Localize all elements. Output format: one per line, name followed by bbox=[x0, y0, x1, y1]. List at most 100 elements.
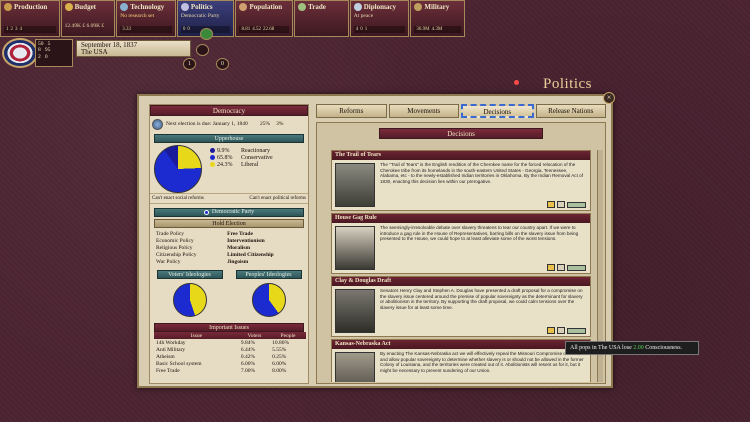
upperhouse-legend: 9.9% Reactionary 65.8% Conservative 24.3% L… bbox=[210, 147, 273, 193]
policy-row: Religious Policy Moralism bbox=[154, 244, 306, 251]
politics-window: × Democracy Next election is due: Januar… bbox=[137, 92, 615, 388]
policy-row: Trade Policy Free Trade bbox=[154, 230, 306, 237]
bar-value: 4.52 bbox=[252, 27, 261, 32]
government-type: Democracy bbox=[150, 105, 308, 116]
tab-trade[interactable]: Trade bbox=[294, 0, 349, 37]
government-panel: Democracy Next election is due: January … bbox=[149, 104, 309, 384]
upperhouse-pie-chart bbox=[154, 145, 202, 193]
requirements-icon[interactable] bbox=[547, 201, 555, 208]
party-row: 9.9% Reactionary bbox=[210, 147, 273, 154]
tab-label: Military bbox=[424, 3, 450, 11]
requirements-icon[interactable] bbox=[547, 327, 555, 334]
voters-pie-chart bbox=[172, 283, 207, 317]
people-pct: 8.00% bbox=[272, 367, 287, 374]
enact-button[interactable] bbox=[567, 264, 586, 271]
column-header: People bbox=[270, 332, 306, 339]
date-box[interactable]: September 18, 1837 The USA bbox=[76, 40, 191, 57]
globe-icon bbox=[152, 118, 163, 130]
party-pct: 65.8% bbox=[217, 154, 233, 161]
social-reform-status: Can't enact social reforms bbox=[152, 196, 204, 201]
speed-button-2[interactable]: 0 bbox=[216, 58, 229, 70]
table-row[interactable]: Atheism 0.42% 0.25% bbox=[154, 353, 306, 360]
requirements-icon[interactable] bbox=[547, 264, 555, 271]
enact-button[interactable] bbox=[567, 327, 586, 334]
decision-actions bbox=[547, 327, 586, 334]
table-row[interactable]: Free Trade 7.00% 8.00% bbox=[154, 367, 306, 374]
tab-technology[interactable]: Technology No research set 3.33 bbox=[116, 0, 176, 37]
tab-decisions[interactable]: Decisions bbox=[461, 104, 534, 118]
tab-budget[interactable]: Budget 12.49K £ 6.09K £ bbox=[60, 0, 116, 37]
decision-item: The Trail of Tears The "Trail of Tears" … bbox=[331, 150, 591, 211]
bar-value: 3.33 bbox=[122, 27, 131, 32]
people-pct: 0.25% bbox=[272, 353, 287, 360]
country-name: The USA bbox=[81, 48, 108, 56]
policy-value: Moralism bbox=[227, 244, 251, 251]
checkbox-icon[interactable] bbox=[557, 201, 565, 208]
pause-button[interactable] bbox=[196, 44, 209, 56]
decision-text: Senators Henry Clay and Stephen A. Dougl… bbox=[380, 288, 583, 310]
decision-text: The seemingly-irresolvable debate over s… bbox=[380, 225, 579, 242]
close-icon[interactable]: × bbox=[603, 92, 615, 104]
tab-release-nations[interactable]: Release Nations bbox=[535, 104, 606, 118]
table-row[interactable]: 14h Workday 9.84% 10.86% bbox=[154, 339, 306, 346]
issue-name: Anti Military bbox=[156, 346, 186, 353]
table-row[interactable]: Anti Military 6.44% 5.55% bbox=[154, 346, 306, 353]
nation-stats: 50 5 8 95 2 0 bbox=[35, 39, 73, 67]
technology-bar: 3.33 bbox=[120, 26, 172, 33]
party-name: Liberal bbox=[241, 161, 259, 168]
enact-button[interactable] bbox=[567, 201, 586, 208]
policy-name: Citizenship Policy bbox=[156, 251, 197, 258]
upperhouse-header: Upperhouse bbox=[154, 134, 304, 143]
decision-item: Clay & Douglas Draft Senators Henry Clay… bbox=[331, 276, 591, 337]
trade-icon bbox=[298, 3, 307, 11]
decision-picture bbox=[335, 352, 375, 382]
bar-value: 1 bbox=[6, 27, 9, 32]
revanchism-value: 3% bbox=[276, 121, 284, 127]
checkbox-icon[interactable] bbox=[557, 327, 565, 334]
peoples-ideologies: Peoples' Ideologies bbox=[235, 270, 302, 321]
tab-movements[interactable]: Movements bbox=[388, 104, 459, 118]
party-pct: 24.3% bbox=[217, 161, 233, 168]
checkbox-icon[interactable] bbox=[557, 264, 565, 271]
bar-value: 0 bbox=[360, 27, 363, 32]
diplomacy-status: At peace bbox=[353, 13, 374, 19]
policy-name: Trade Policy bbox=[156, 230, 185, 237]
diplomacy-icon bbox=[353, 3, 362, 11]
ruling-party-header[interactable]: Democratic Party bbox=[154, 208, 304, 217]
hold-election-button[interactable]: Hold Election bbox=[154, 219, 304, 228]
people-pct: 10.86% bbox=[272, 339, 290, 346]
people-pct: 5.55% bbox=[272, 346, 287, 353]
flag-icon[interactable] bbox=[2, 38, 38, 68]
tab-production[interactable]: Production 1 2 3 4 bbox=[0, 0, 60, 37]
bar-value: 36.9M bbox=[416, 27, 430, 32]
policy-value: Interventionism bbox=[227, 237, 265, 244]
voters-ideologies-header: Voters' Ideologies bbox=[156, 270, 223, 279]
screen-title: Politics bbox=[543, 76, 593, 92]
bar-value: 1 bbox=[364, 27, 368, 32]
voters-pct: 0.42% bbox=[240, 353, 256, 360]
tab-label: Trade bbox=[308, 3, 326, 11]
speed-value: 0 bbox=[221, 61, 224, 67]
policy-name: War Policy bbox=[156, 258, 181, 265]
bar-value: 3 bbox=[15, 27, 18, 32]
speed-value: 1 bbox=[188, 61, 191, 67]
column-header: Voters bbox=[238, 332, 271, 339]
tab-diplomacy[interactable]: Diplomacy At peace 4 0 1 bbox=[349, 0, 410, 37]
peoples-ideologies-header: Peoples' Ideologies bbox=[235, 270, 302, 279]
ruling-party: Democratic Party bbox=[180, 13, 220, 19]
decision-title: House Gag Rule bbox=[332, 214, 590, 223]
ruling-party-name: Democratic Party bbox=[211, 209, 255, 215]
decision-text: By enacting The Kansas-Nebraska act we w… bbox=[380, 351, 584, 373]
bar-value: 4.3M bbox=[431, 27, 443, 32]
party-row: 65.8% Conservative bbox=[210, 154, 273, 161]
decision-picture bbox=[335, 163, 375, 207]
bar-value: 2 bbox=[10, 27, 14, 32]
tab-reforms[interactable]: Reforms bbox=[316, 104, 387, 118]
budget-values: 12.49K £ 6.09K £ bbox=[64, 23, 105, 29]
tab-military[interactable]: Military 36.9M 4.3M bbox=[410, 0, 465, 37]
tab-population[interactable]: Population 8.81 4.52 22.68 bbox=[235, 0, 294, 37]
table-row[interactable]: Basic School system 6.00% 6.00% bbox=[154, 360, 306, 367]
speed-button[interactable]: 1 bbox=[183, 58, 196, 70]
column-header: Issue bbox=[154, 332, 239, 339]
decision-picture bbox=[335, 226, 375, 270]
